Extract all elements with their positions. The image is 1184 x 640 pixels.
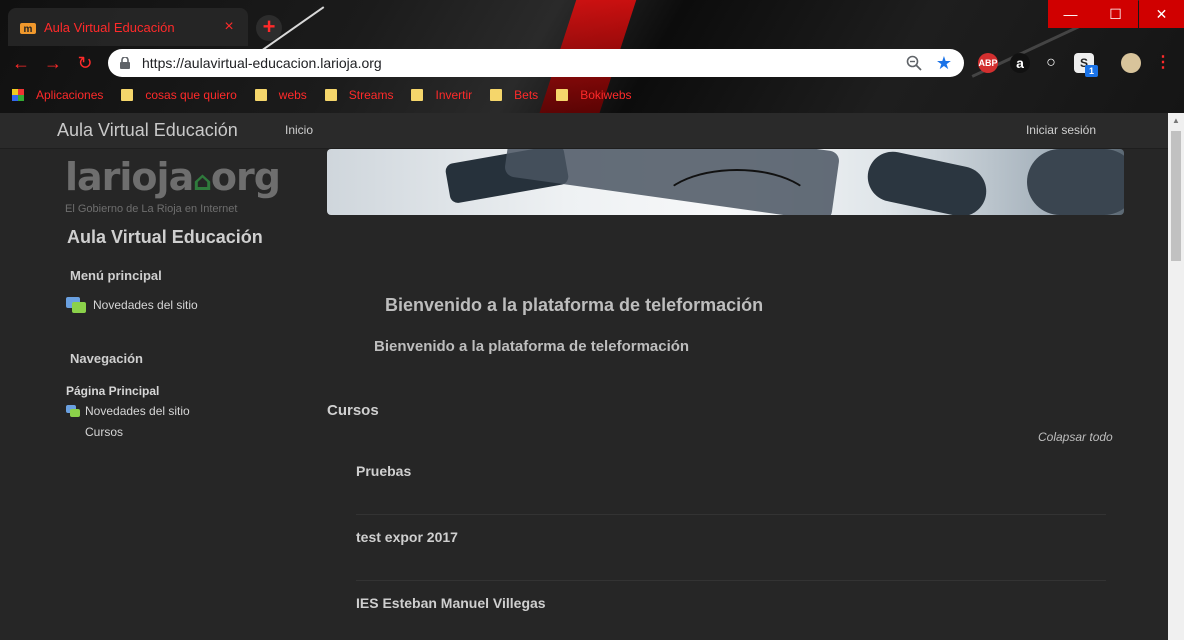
- courses-heading: Cursos: [327, 402, 379, 419]
- bookmark-webs[interactable]: webs: [254, 88, 307, 102]
- nav-courses-link[interactable]: Cursos: [85, 425, 123, 439]
- window-close-button[interactable]: ✕: [1139, 0, 1184, 28]
- logo-subtitle: El Gobierno de La Rioja en Internet: [65, 203, 238, 215]
- browser-chrome: m Aula Virtual Educación × + — ☐ ✕ ← → ↻…: [0, 0, 1184, 113]
- course-title[interactable]: Pruebas: [356, 463, 411, 479]
- new-tab-button[interactable]: +: [256, 15, 282, 41]
- nav-main-page-link[interactable]: Página Principal: [66, 384, 159, 398]
- browser-tab[interactable]: m Aula Virtual Educación ×: [8, 8, 248, 46]
- logo-text: larioja: [65, 155, 194, 199]
- folder-icon: [254, 89, 267, 101]
- svg-text:m: m: [24, 24, 33, 34]
- course-item[interactable]: test expor 2017: [356, 529, 1106, 581]
- site-navbar: Aula Virtual Educación Inicio Iniciar se…: [0, 113, 1168, 149]
- course-item[interactable]: IES Esteban Manuel Villegas: [356, 595, 1106, 640]
- page-scrollbar[interactable]: ▲: [1168, 113, 1184, 640]
- nav-home-link[interactable]: Inicio: [285, 123, 313, 137]
- bookmark-label: Bokiwebs: [580, 88, 632, 102]
- apps-grid-icon: [12, 89, 24, 101]
- url-text[interactable]: https://aulavirtual-educacion.larioja.or…: [142, 55, 906, 71]
- collapse-all-link[interactable]: Colapsar todo: [1038, 430, 1113, 444]
- bookmark-label: Invertir: [435, 88, 473, 102]
- profile-avatar[interactable]: [1121, 53, 1141, 73]
- folder-icon: [490, 89, 503, 101]
- forward-button[interactable]: →: [42, 52, 64, 74]
- sidebar-title: Aula Virtual Educación: [67, 227, 263, 247]
- main-menu-news-link[interactable]: Novedades del sitio: [66, 297, 198, 313]
- forum-icon: [66, 297, 86, 313]
- bookmark-bets[interactable]: Bets: [490, 88, 538, 102]
- nav-news-link[interactable]: Novedades del sitio: [66, 404, 190, 418]
- web-page: Aula Virtual Educación Inicio Iniciar se…: [0, 113, 1168, 640]
- scrollbar-thumb[interactable]: [1171, 131, 1181, 261]
- course-item[interactable]: Pruebas: [356, 463, 1106, 515]
- folder-icon: [324, 89, 337, 101]
- bookmark-label: cosas que quiero: [145, 88, 237, 102]
- bookmarks-bar: Aplicaciones cosas que quiero webs Strea…: [0, 84, 1184, 106]
- login-link[interactable]: Iniciar sesión: [1026, 123, 1096, 137]
- main-menu-heading: Menú principal: [70, 268, 162, 283]
- nav-news-label: Novedades del sitio: [85, 404, 190, 418]
- site-brand-link[interactable]: Aula Virtual Educación: [57, 120, 238, 141]
- logo-org-text: org: [210, 155, 281, 199]
- house-icon: ⌂: [193, 167, 212, 197]
- back-button[interactable]: ←: [10, 52, 32, 74]
- bookmark-cosas-que-quiero[interactable]: cosas que quiero: [121, 88, 237, 102]
- extension-badge: 1: [1085, 65, 1098, 77]
- welcome-subheading: Bienvenido a la plataforma de teleformac…: [374, 338, 690, 355]
- bookmark-label: Bets: [514, 88, 539, 102]
- circle-extension-icon[interactable]: ○: [1041, 53, 1061, 73]
- scroll-up-arrow-icon[interactable]: ▲: [1168, 113, 1184, 129]
- folder-icon: [556, 89, 569, 101]
- course-title[interactable]: IES Esteban Manuel Villegas: [356, 595, 546, 611]
- address-bar[interactable]: https://aulavirtual-educacion.larioja.or…: [108, 49, 964, 77]
- navigation-heading: Navegación: [70, 351, 143, 366]
- bookmark-label: Aplicaciones: [36, 88, 104, 102]
- bookmark-star-icon[interactable]: ★: [936, 53, 952, 74]
- bookmark-invertir[interactable]: Invertir: [411, 88, 472, 102]
- main-menu-news-label: Novedades del sitio: [93, 298, 198, 312]
- moodle-favicon-icon: m: [20, 23, 36, 34]
- adblock-extension-icon[interactable]: ABP: [978, 53, 998, 73]
- bookmark-bokiwebs[interactable]: Bokiwebs: [556, 88, 632, 102]
- amazon-extension-icon[interactable]: a: [1010, 53, 1030, 73]
- tab-close-icon[interactable]: ×: [222, 18, 236, 36]
- window-maximize-button[interactable]: ☐: [1093, 0, 1138, 28]
- lock-icon: [120, 57, 130, 69]
- bookmark-streams[interactable]: Streams: [324, 88, 394, 102]
- browser-menu-icon[interactable]: ⋮: [1153, 53, 1173, 73]
- bookmark-label: webs: [278, 88, 307, 102]
- folder-icon: [121, 89, 134, 101]
- folder-icon: [411, 89, 424, 101]
- bookmark-aplicaciones[interactable]: Aplicaciones: [12, 88, 103, 102]
- course-title[interactable]: test expor 2017: [356, 529, 458, 545]
- reload-button[interactable]: ↻: [74, 52, 96, 74]
- window-minimize-button[interactable]: —: [1048, 0, 1093, 28]
- forum-icon: [66, 405, 80, 417]
- tab-title: Aula Virtual Educación: [44, 19, 175, 35]
- welcome-heading: Bienvenido a la plataforma de teleformac…: [385, 295, 764, 315]
- header-banner-image: [327, 149, 1124, 215]
- bookmark-label: Streams: [348, 88, 394, 102]
- larioja-logo[interactable]: larioja⌂org El Gobierno de La Rioja en I…: [65, 155, 281, 215]
- zoom-icon[interactable]: [906, 55, 922, 71]
